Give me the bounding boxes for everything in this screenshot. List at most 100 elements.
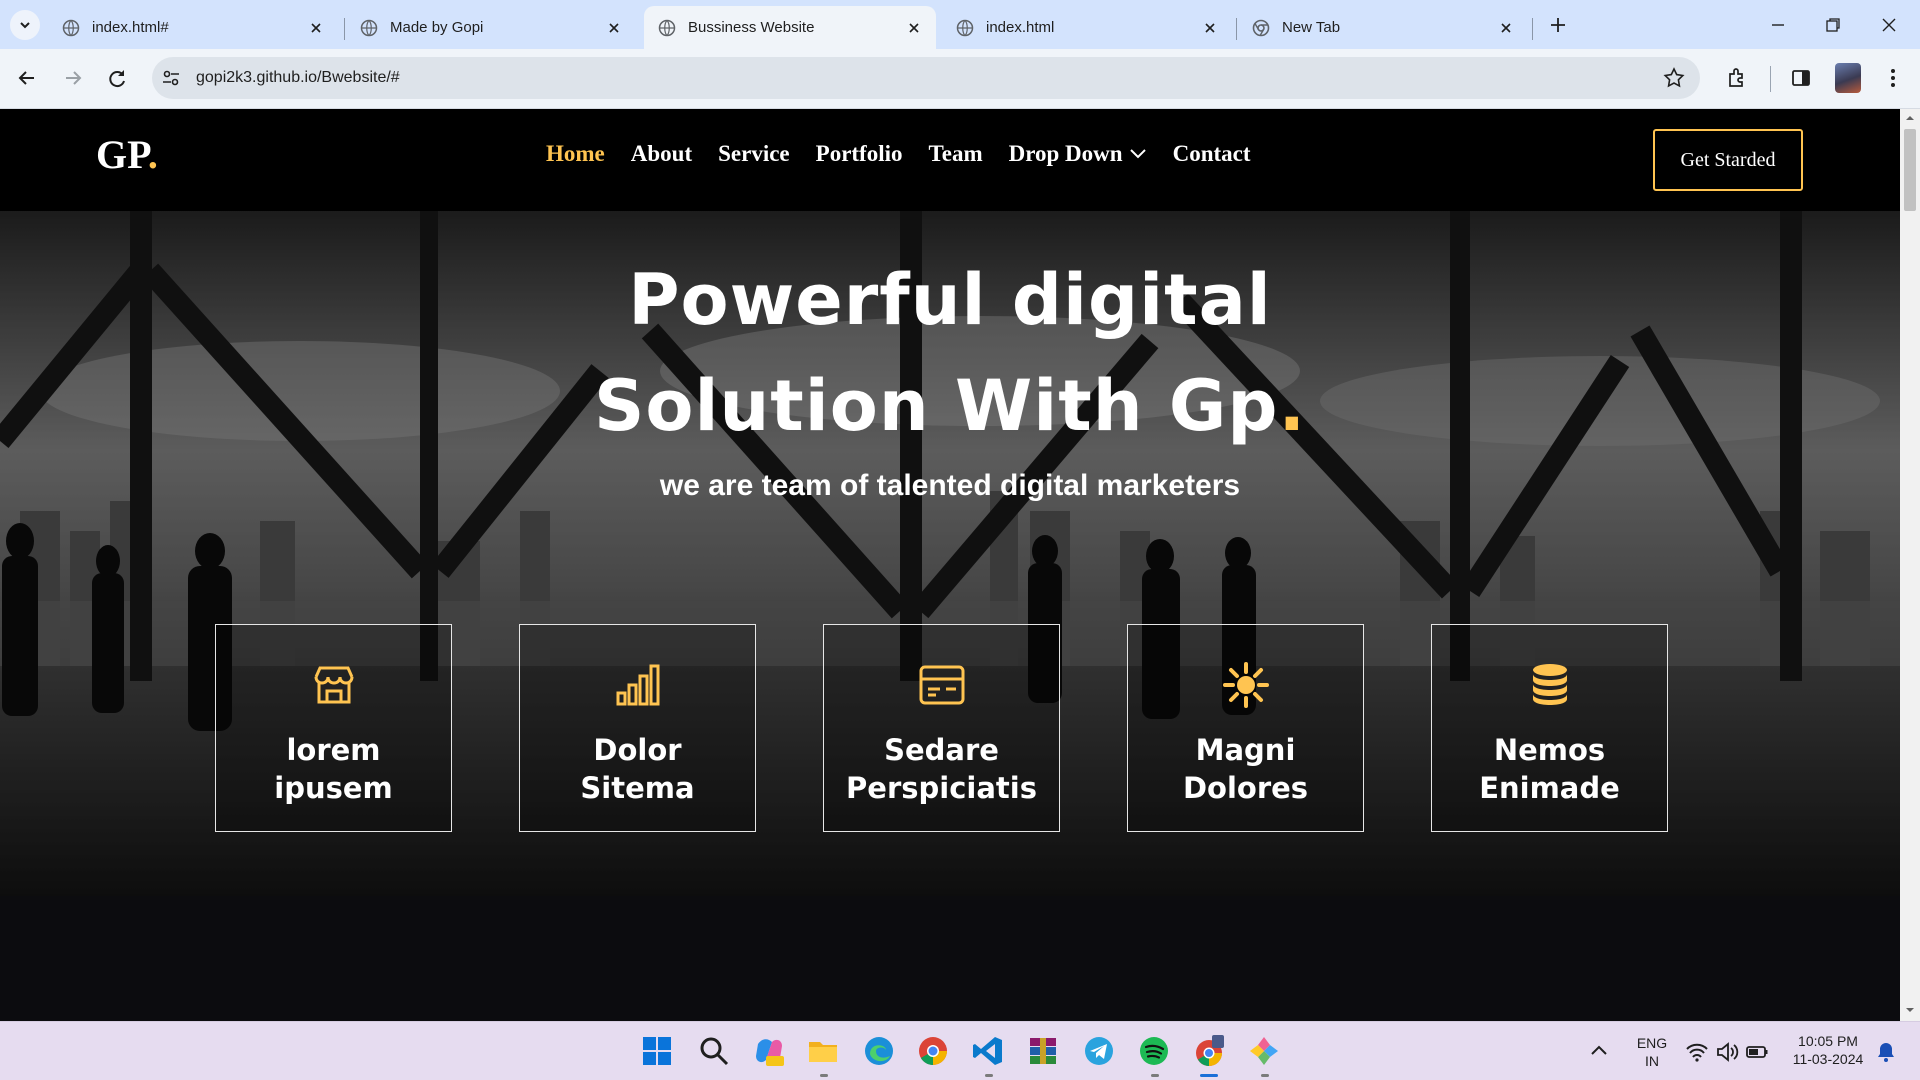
notification-bell-icon[interactable] (1874, 1040, 1898, 1064)
globe-icon (956, 19, 974, 36)
back-arrow-icon[interactable] (14, 65, 40, 91)
hero-title-line2: Solution With Gp. (0, 365, 1900, 447)
file-explorer-icon[interactable] (806, 1034, 840, 1068)
wifi-icon[interactable] (1684, 1039, 1710, 1065)
tab-search-button[interactable] (10, 10, 40, 40)
windows-start-icon[interactable] (640, 1034, 674, 1068)
feature-label: Nemos Enimade (1479, 733, 1620, 805)
volume-icon[interactable] (1714, 1039, 1740, 1065)
store-icon (314, 666, 353, 704)
tab-separator (344, 18, 345, 40)
scroll-up-arrow-icon[interactable] (1905, 113, 1915, 123)
close-icon[interactable] (308, 20, 324, 36)
nav-portfolio[interactable]: Portfolio (816, 141, 903, 167)
nav-dropdown[interactable]: Drop Down (1009, 141, 1147, 167)
page-scrollbar[interactable] (1900, 109, 1920, 1021)
extensions-puzzle-icon[interactable] (1724, 65, 1750, 91)
logo-dot: . (147, 132, 158, 177)
running-indicator-active (1200, 1074, 1218, 1077)
menu-dots-icon[interactable] (1880, 65, 1906, 91)
battery-icon[interactable] (1744, 1039, 1770, 1065)
feature-box[interactable]: Sedare Perspiciatis (823, 624, 1060, 832)
nav-contact[interactable]: Contact (1173, 141, 1251, 167)
close-icon[interactable] (606, 20, 622, 36)
feature-box[interactable]: Dolor Sitema (519, 624, 756, 832)
scrollbar-thumb[interactable] (1904, 129, 1916, 211)
chrome-icon[interactable] (916, 1034, 950, 1068)
edge-icon[interactable] (862, 1034, 896, 1068)
logo-text: GP (96, 132, 148, 177)
clock-date: 11-03-2024 (1792, 1051, 1864, 1067)
chrome-profile-icon[interactable] (1192, 1034, 1226, 1068)
copilot-icon[interactable] (752, 1034, 786, 1068)
tab-title: index.html (986, 19, 1055, 36)
feature-box[interactable]: lorem ipusem (215, 624, 452, 832)
nav-home[interactable]: Home (546, 141, 605, 167)
close-icon[interactable] (906, 20, 922, 36)
chrome-icon (1252, 19, 1270, 36)
browser-tab-active[interactable]: Bussiness Website (644, 6, 936, 49)
forward-arrow-icon[interactable] (60, 65, 86, 91)
running-indicator (985, 1074, 993, 1077)
gemini-app-icon[interactable] (1247, 1034, 1281, 1068)
browser-tab[interactable]: index.html (942, 6, 1232, 49)
feature-box[interactable]: Magni Dolores (1127, 624, 1364, 832)
tray-chevron-up-icon[interactable] (1586, 1038, 1612, 1064)
search-icon[interactable] (697, 1034, 731, 1068)
running-indicator (1261, 1074, 1269, 1077)
globe-icon (62, 19, 80, 36)
browser-tab[interactable]: New Tab (1238, 6, 1528, 49)
feature-box[interactable]: Nemos Enimade (1431, 624, 1668, 832)
nav-about[interactable]: About (631, 141, 692, 167)
vscode-icon[interactable] (971, 1034, 1005, 1068)
bookmark-star-icon[interactable] (1662, 66, 1686, 90)
browser-tab[interactable]: index.html# (48, 6, 338, 49)
reload-icon[interactable] (104, 65, 130, 91)
windows-taskbar: ENG IN 10:05 PM 11-03-2024 (0, 1021, 1920, 1080)
url-text[interactable]: gopi2k3.github.io/Bwebsite/# (196, 69, 400, 87)
telegram-icon[interactable] (1082, 1034, 1116, 1068)
database-icon (1532, 664, 1567, 705)
clock[interactable]: 10:05 PM 11-03-2024 (1780, 1032, 1876, 1068)
running-indicator (820, 1074, 828, 1077)
nav-service[interactable]: Service (718, 141, 790, 167)
hero-section: Powerful digital Solution With Gp. we ar… (0, 211, 1900, 896)
toolbar-divider (1770, 66, 1771, 92)
language-indicator[interactable]: ENG IN (1632, 1034, 1672, 1070)
close-window-icon[interactable] (1876, 12, 1902, 38)
close-icon[interactable] (1202, 20, 1218, 36)
site-logo[interactable]: GP. (96, 131, 158, 178)
sun-gear-icon (1222, 662, 1269, 708)
calendar-card-icon (919, 665, 964, 705)
language-code: ENG (1636, 1035, 1668, 1051)
close-icon[interactable] (1498, 20, 1514, 36)
spotify-icon[interactable] (1137, 1034, 1171, 1068)
restore-icon[interactable] (1820, 12, 1846, 38)
tab-title: New Tab (1282, 19, 1341, 36)
winrar-icon[interactable] (1026, 1034, 1060, 1068)
get-started-button[interactable]: Get Starded (1653, 129, 1803, 191)
chevron-down-icon (1129, 149, 1146, 159)
browser-tab[interactable]: Made by Gopi (346, 6, 636, 49)
page-viewport: GP. Home About Service Portfolio Team Dr… (0, 109, 1900, 1021)
site-header: GP. Home About Service Portfolio Team Dr… (0, 109, 1900, 211)
globe-icon (658, 19, 676, 36)
new-tab-plus-icon[interactable] (1545, 12, 1571, 38)
feature-label: Dolor Sitema (580, 733, 695, 805)
hero-subtitle: we are team of talented digital marketer… (659, 469, 1241, 502)
side-panel-icon[interactable] (1788, 65, 1814, 91)
profile-avatar[interactable] (1835, 63, 1861, 93)
main-nav: Home About Service Portfolio Team Drop D… (546, 141, 1251, 167)
feature-label: lorem ipusem (274, 733, 393, 805)
minimize-icon[interactable] (1765, 12, 1791, 38)
clock-time: 10:05 PM (1798, 1033, 1858, 1049)
address-bar[interactable]: gopi2k3.github.io/Bwebsite/# (152, 57, 1700, 99)
chevron-down-icon (20, 22, 30, 29)
tab-title: index.html# (92, 19, 169, 36)
hero-title-line2-text: Solution With Gp (593, 365, 1279, 447)
site-settings-icon[interactable] (160, 67, 182, 89)
scroll-down-arrow-icon[interactable] (1905, 1005, 1915, 1015)
nav-team[interactable]: Team (929, 141, 983, 167)
next-section (0, 896, 1900, 1021)
running-indicator (1151, 1074, 1159, 1077)
